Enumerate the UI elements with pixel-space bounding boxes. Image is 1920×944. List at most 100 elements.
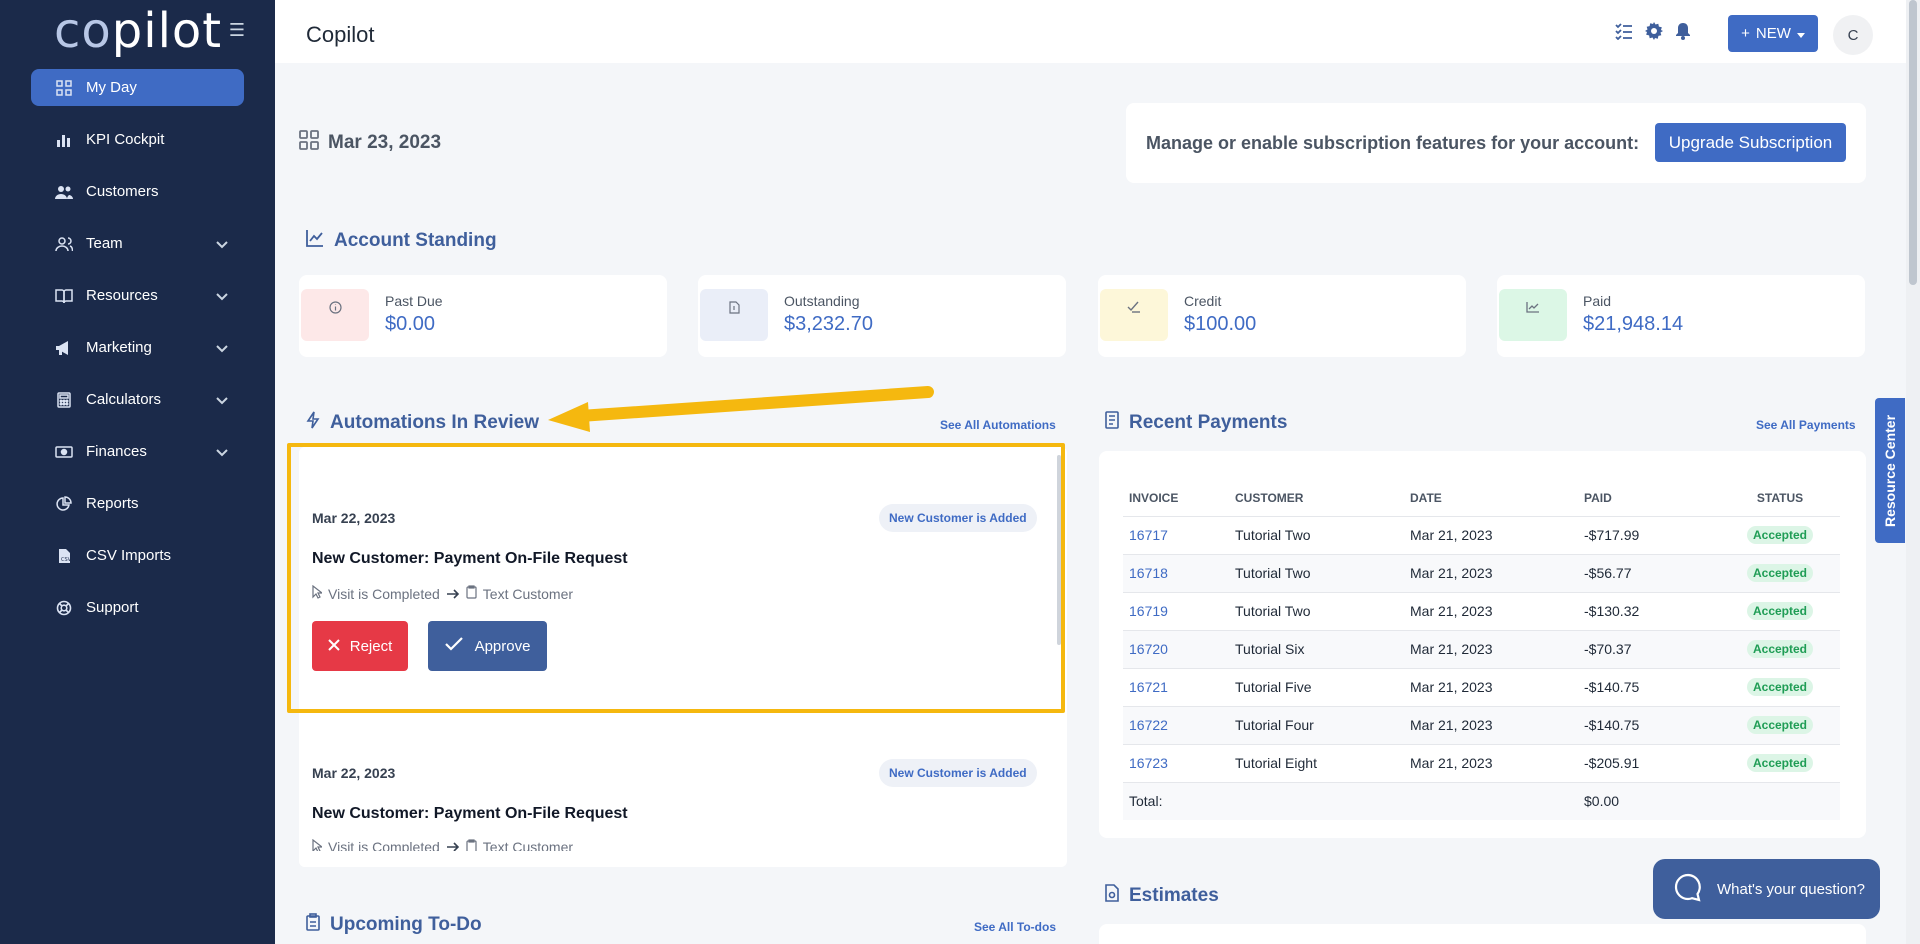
chevron-down-icon bbox=[216, 236, 228, 253]
plus-icon: + bbox=[1741, 25, 1750, 42]
sidebar-item-resources[interactable]: Resources bbox=[31, 277, 244, 314]
paid-cell: -$140.75 bbox=[1584, 668, 1720, 707]
chevron-down-icon bbox=[216, 444, 228, 461]
stat-card-past-due: Past Due $0.00 bbox=[299, 275, 667, 357]
top-icons bbox=[1615, 22, 1691, 45]
customer-cell: Tutorial Two bbox=[1235, 554, 1410, 593]
sidebar-item-calculators[interactable]: Calculators bbox=[31, 381, 244, 418]
bell-icon[interactable] bbox=[1675, 22, 1691, 45]
stat-value: $0.00 bbox=[385, 313, 436, 335]
file-csv-icon: CSV bbox=[54, 548, 74, 564]
column-header[interactable]: CUSTOMER bbox=[1235, 480, 1410, 517]
sidebar-item-label: CSV Imports bbox=[86, 547, 172, 564]
stat-label: Outstanding bbox=[784, 293, 860, 309]
invoice-icon bbox=[700, 289, 768, 341]
automations-scrollbar[interactable] bbox=[1057, 455, 1061, 645]
invoice-link[interactable]: 16719 bbox=[1123, 592, 1235, 631]
clipboard-icon bbox=[466, 585, 477, 602]
clipboard-icon bbox=[466, 839, 477, 851]
invoice-link[interactable]: 16720 bbox=[1123, 630, 1235, 669]
table-row: 16718 Tutorial Two Mar 21, 2023 -$56.77 … bbox=[1123, 554, 1840, 593]
sidebar-item-customers[interactable]: Customers bbox=[31, 173, 244, 210]
stat-card-paid: Paid $21,948.14 bbox=[1497, 275, 1865, 357]
page-scrollbar[interactable] bbox=[1906, 0, 1920, 944]
team-icon bbox=[54, 236, 74, 252]
megaphone-icon bbox=[54, 340, 74, 356]
status-badge: Accepted bbox=[1746, 640, 1814, 658]
subscription-banner: Manage or enable subscription features f… bbox=[1126, 103, 1866, 183]
automation-title: New Customer: Payment On-File Request bbox=[312, 550, 628, 567]
stat-card-outstanding: Outstanding $3,232.70 bbox=[698, 275, 1066, 357]
sidebar: copilot ☰ My Day KPI Cockpit Customers T… bbox=[0, 0, 275, 944]
dashboard-date: Mar 23, 2023 bbox=[299, 130, 441, 156]
logo[interactable]: copilot bbox=[54, 7, 222, 55]
resource-center-tab[interactable]: Resource Center bbox=[1875, 398, 1905, 543]
automations-panel[interactable]: Mar 22, 2023 New Customer is Added New C… bbox=[299, 447, 1067, 867]
book-icon bbox=[54, 288, 74, 304]
check-icon bbox=[1100, 289, 1168, 341]
menu-toggle-icon[interactable]: ☰ bbox=[229, 20, 245, 41]
section-title-text: Account Standing bbox=[334, 230, 497, 251]
approve-label: Approve bbox=[474, 637, 531, 655]
see-all-payments-link[interactable]: See All Payments bbox=[1756, 418, 1856, 432]
sidebar-item-finances[interactable]: Finances bbox=[31, 433, 244, 470]
sidebar-item-label: Calculators bbox=[86, 391, 162, 408]
annotation-arrow bbox=[548, 386, 934, 432]
logo-row: copilot ☰ bbox=[0, 0, 275, 62]
total-label: Total: bbox=[1123, 782, 1235, 820]
see-all-automations-link[interactable]: See All Automations bbox=[940, 418, 1056, 432]
table-row: 16722 Tutorial Four Mar 21, 2023 -$140.7… bbox=[1123, 706, 1840, 745]
paid-cell: -$56.77 bbox=[1584, 554, 1720, 593]
column-header[interactable]: PAID bbox=[1584, 480, 1720, 517]
gear-icon[interactable] bbox=[1645, 22, 1663, 45]
pie-chart-icon bbox=[54, 495, 74, 512]
sidebar-item-marketing[interactable]: Marketing bbox=[31, 329, 244, 366]
sidebar-item-team[interactable]: Team bbox=[31, 225, 244, 262]
sidebar-item-support[interactable]: Support bbox=[31, 589, 244, 626]
check-icon bbox=[444, 637, 463, 655]
page-scrollbar-thumb[interactable] bbox=[1909, 0, 1917, 285]
sidebar-item-label: Marketing bbox=[86, 339, 152, 356]
invoice-link[interactable]: 16721 bbox=[1123, 668, 1235, 707]
table-row: 16721 Tutorial Five Mar 21, 2023 -$140.7… bbox=[1123, 668, 1840, 707]
automation-date: Mar 22, 2023 bbox=[312, 510, 396, 526]
invoice-link[interactable]: 16717 bbox=[1123, 516, 1235, 555]
customer-cell: Tutorial Four bbox=[1235, 706, 1410, 745]
sidebar-item-kpi-cockpit[interactable]: KPI Cockpit bbox=[31, 121, 244, 158]
table-row: 16720 Tutorial Six Mar 21, 2023 -$70.37 … bbox=[1123, 630, 1840, 669]
invoice-link[interactable]: 16723 bbox=[1123, 744, 1235, 783]
subscription-text: Manage or enable subscription features f… bbox=[1146, 132, 1640, 153]
sidebar-item-csv-imports[interactable]: CSV CSV Imports bbox=[31, 537, 244, 574]
status-badge: Accepted bbox=[1746, 754, 1814, 772]
stat-card-credit: Credit $100.00 bbox=[1098, 275, 1466, 357]
checklist-icon[interactable] bbox=[1615, 22, 1633, 45]
info-icon bbox=[301, 289, 369, 341]
date-cell: Mar 21, 2023 bbox=[1410, 744, 1584, 783]
estimates-title: Estimates bbox=[1105, 884, 1219, 908]
close-icon bbox=[328, 638, 340, 655]
chat-widget[interactable]: What's your question? bbox=[1653, 859, 1880, 919]
invoice-link[interactable]: 16722 bbox=[1123, 706, 1235, 745]
column-header[interactable]: INVOICE bbox=[1123, 480, 1235, 517]
sidebar-item-my-day[interactable]: My Day bbox=[31, 69, 244, 106]
customer-cell: Tutorial Five bbox=[1235, 668, 1410, 707]
account-standing-title: Account Standing bbox=[306, 229, 497, 253]
new-button[interactable]: + NEW bbox=[1728, 15, 1818, 52]
upgrade-subscription-button[interactable]: Upgrade Subscription bbox=[1655, 123, 1846, 162]
date-cell: Mar 21, 2023 bbox=[1410, 554, 1584, 593]
date-cell: Mar 21, 2023 bbox=[1410, 668, 1584, 707]
sidebar-item-reports[interactable]: Reports bbox=[31, 485, 244, 522]
resource-center-label: Resource Center bbox=[1882, 414, 1899, 527]
reject-button[interactable]: Reject bbox=[312, 621, 408, 671]
paid-cell: -$70.37 bbox=[1584, 630, 1720, 669]
invoice-link[interactable]: 16718 bbox=[1123, 554, 1235, 593]
approve-button[interactable]: Approve bbox=[428, 621, 547, 671]
automation-card: Mar 22, 2023 New Customer is Added New C… bbox=[299, 722, 1051, 867]
avatar[interactable]: C bbox=[1833, 15, 1873, 55]
column-header[interactable]: DATE bbox=[1410, 480, 1584, 517]
section-title-text: Upcoming To-Do bbox=[330, 914, 482, 935]
see-all-todos-link[interactable]: See All To-dos bbox=[974, 920, 1056, 934]
chat-icon bbox=[1673, 872, 1703, 906]
sidebar-item-label: Support bbox=[86, 599, 139, 616]
column-header[interactable]: STATUS bbox=[1720, 480, 1840, 517]
